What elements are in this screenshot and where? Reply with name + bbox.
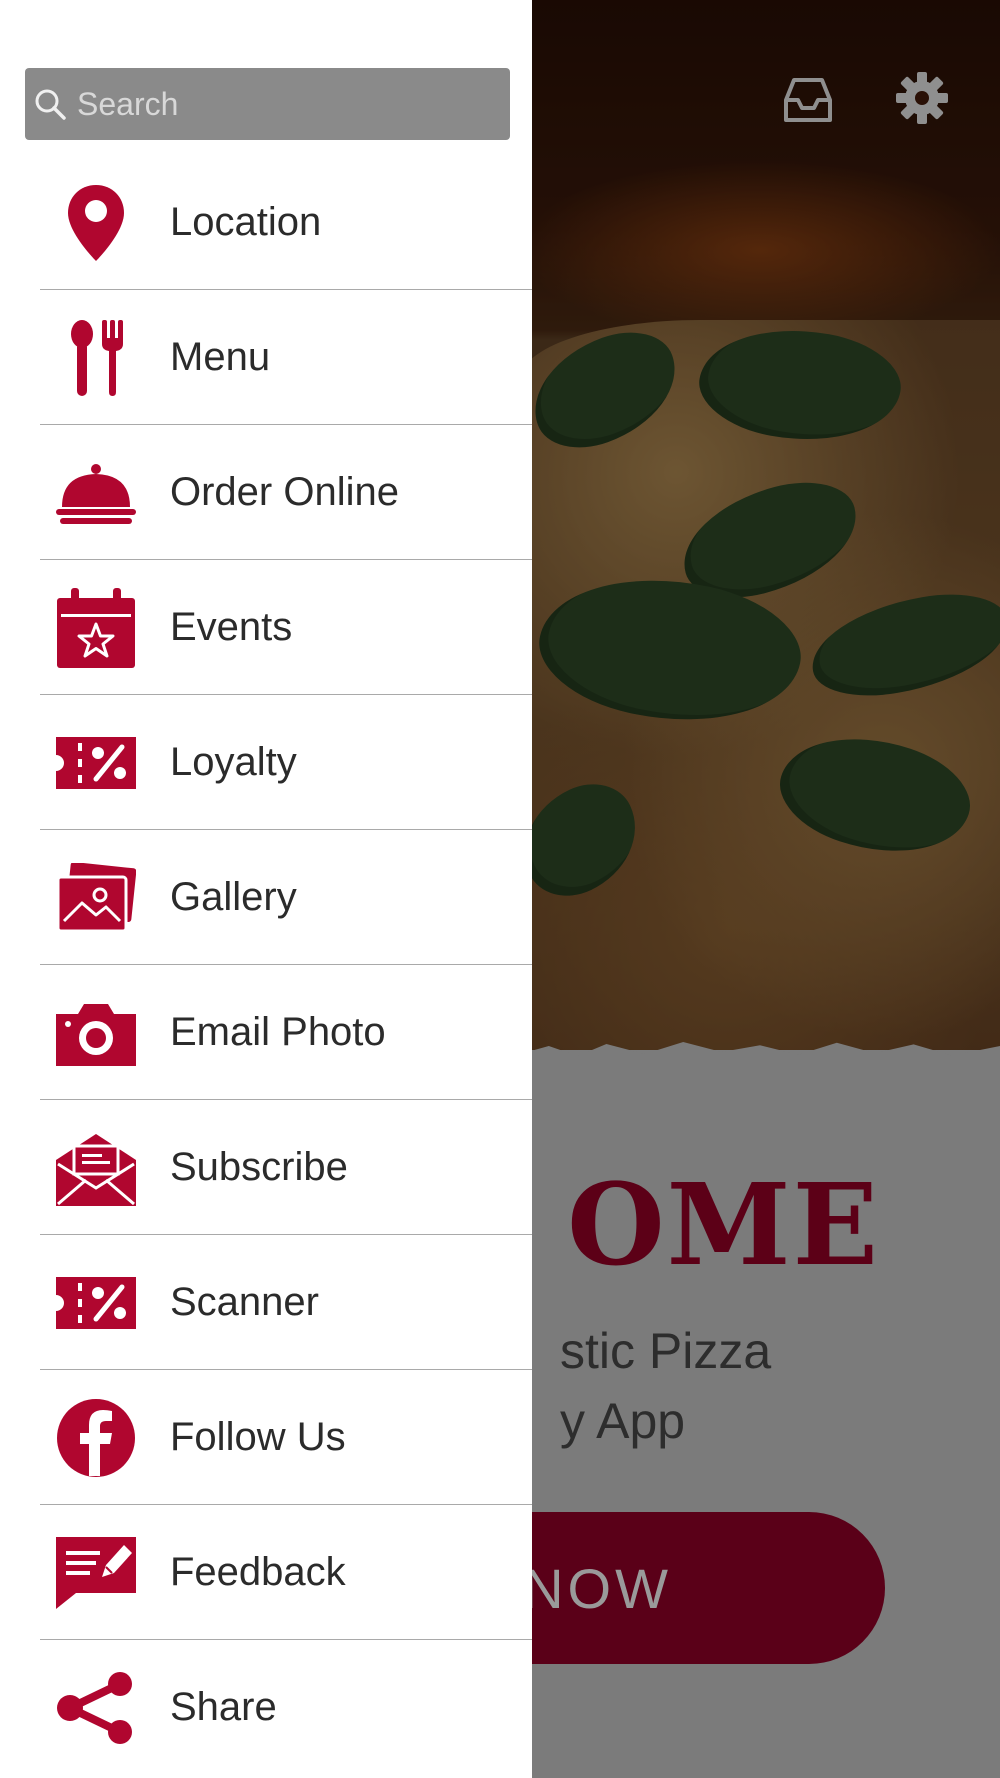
- menu-item-events[interactable]: Events: [0, 560, 532, 695]
- share-icon: [56, 1668, 136, 1748]
- menu-item-share[interactable]: Share: [0, 1640, 532, 1775]
- location-pin-icon: [56, 183, 136, 263]
- photos-icon: [56, 858, 136, 938]
- menu-item-loyalty[interactable]: Loyalty: [0, 695, 532, 830]
- menu-item-label: Email Photo: [170, 1010, 386, 1054]
- menu-item-label: Follow Us: [170, 1415, 346, 1459]
- menu-item-email-photo[interactable]: Email Photo: [0, 965, 532, 1100]
- menu-item-label: Share: [170, 1685, 277, 1729]
- header-actions: [778, 70, 950, 130]
- menu-item-label: Order Online: [170, 470, 399, 514]
- menu-item-label: Feedback: [170, 1550, 346, 1594]
- tagline-line-2: y App: [560, 1393, 686, 1449]
- menu-item-label: Loyalty: [170, 740, 297, 784]
- spoon-fork-icon: [56, 318, 136, 398]
- settings-gear-icon[interactable]: [894, 70, 950, 130]
- camera-icon: [56, 993, 136, 1073]
- menu-item-label: Menu: [170, 335, 271, 379]
- menu-item-subscribe[interactable]: Subscribe: [0, 1100, 532, 1235]
- calendar-star-icon: [56, 587, 136, 668]
- welcome-heading: OME: [567, 1160, 880, 1291]
- menu-item-feedback[interactable]: Feedback: [0, 1505, 532, 1640]
- feedback-icon: [56, 1533, 136, 1613]
- cloche-icon: [56, 453, 136, 533]
- drawer-menu: Location Menu Order Online Events Loyalt…: [0, 155, 532, 1775]
- menu-item-gallery[interactable]: Gallery: [0, 830, 532, 965]
- menu-item-location[interactable]: Location: [0, 155, 532, 290]
- navigation-drawer: Location Menu: [0, 0, 532, 1778]
- app-screen: OME stic Pizza y App NOW Location: [0, 0, 1000, 1778]
- search-icon: [35, 89, 66, 120]
- menu-item-label: Gallery: [170, 875, 297, 919]
- percent-ticket-icon: [56, 1263, 136, 1343]
- menu-item-label: Events: [170, 605, 293, 649]
- menu-item-scanner[interactable]: Scanner: [0, 1235, 532, 1370]
- menu-item-label: Subscribe: [170, 1145, 348, 1189]
- menu-item-label: Location: [170, 200, 322, 244]
- facebook-icon: [56, 1398, 136, 1478]
- envelope-icon: [56, 1128, 136, 1208]
- percent-ticket-icon: [56, 723, 136, 803]
- tagline-line-1: stic Pizza: [560, 1323, 772, 1379]
- search-bar[interactable]: [25, 68, 510, 140]
- inbox-icon[interactable]: [778, 70, 838, 130]
- menu-item-follow-us[interactable]: Follow Us: [0, 1370, 532, 1505]
- menu-item-order-online[interactable]: Order Online: [0, 425, 532, 560]
- search-input[interactable]: [75, 84, 499, 124]
- menu-item-label: Scanner: [170, 1280, 319, 1324]
- order-now-label: NOW: [523, 1556, 672, 1620]
- menu-item-menu[interactable]: Menu: [0, 290, 532, 425]
